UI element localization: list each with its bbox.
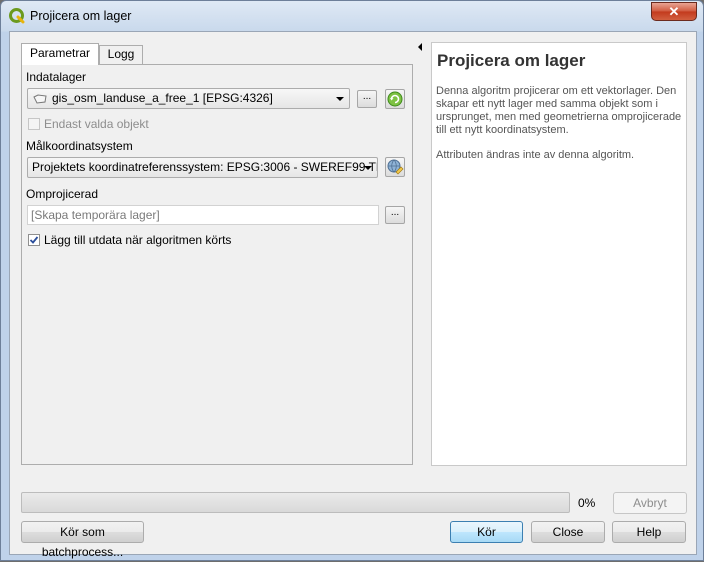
reprojected-browse-button[interactable]: ... (385, 206, 405, 224)
help-label: Help (636, 525, 662, 539)
ellipsis-label: ... (362, 91, 372, 102)
close-icon: ✕ (668, 4, 680, 19)
cancel-button[interactable]: Avbryt (613, 492, 687, 514)
polygon-layer-icon (33, 94, 47, 104)
input-layer-label: Indatalager (26, 70, 87, 84)
window-title: Projicera om lager (30, 9, 132, 23)
input-layer-browse-button[interactable]: ... (357, 90, 377, 108)
progress-bar (21, 492, 570, 513)
help-paragraph-1: Denna algoritm projicerar om ett vektorl… (436, 85, 682, 136)
batch-process-label: Kör som batchprocess... (41, 525, 124, 559)
qgis-logo-icon (9, 8, 25, 24)
dialog-body: Parametrar Logg Indatalager gis_osm_land… (9, 31, 697, 559)
iterate-green-icon (387, 91, 403, 107)
cancel-label: Avbryt (633, 496, 667, 510)
reprojected-label: Omprojicerad (26, 187, 99, 201)
help-panel: Projicera om lager Denna algoritm projic… (431, 42, 687, 466)
title-bar[interactable]: Projicera om lager ✕ (1, 1, 703, 31)
chevron-down-icon (364, 166, 372, 170)
target-crs-label: Målkoordinatsystem (26, 139, 133, 153)
input-layer-combo[interactable]: gis_osm_landuse_a_free_1 [EPSG:4326] (27, 88, 350, 109)
selected-only-checkbox[interactable] (28, 118, 40, 130)
add-output-checkbox[interactable] (28, 234, 40, 246)
globe-crs-icon (387, 159, 404, 175)
target-crs-value: Projektets koordinatreferenssystem: EPSG… (32, 160, 378, 174)
run-button[interactable]: Kör (450, 521, 523, 543)
collapse-help-icon[interactable] (418, 43, 422, 51)
help-title: Projicera om lager (437, 51, 586, 70)
progress-percent: 0% (578, 496, 596, 510)
close-label: Close (552, 525, 584, 539)
ellipsis-label: ... (390, 207, 400, 218)
checkmark-icon (29, 236, 39, 244)
tab-logg[interactable]: Logg (99, 45, 143, 64)
close-window-button[interactable]: ✕ (651, 2, 697, 21)
selected-only-label: Endast valda objekt (44, 117, 149, 131)
help-button[interactable]: Help (612, 521, 686, 543)
close-button[interactable]: Close (531, 521, 605, 543)
add-output-label: Lägg till utdata när algoritmen körts (44, 233, 232, 247)
tab-parametrar[interactable]: Parametrar (21, 43, 99, 65)
dialog-window: Projicera om lager ✕ Parametrar Logg Ind… (0, 0, 704, 561)
target-crs-combo[interactable]: Projektets koordinatreferenssystem: EPSG… (27, 157, 378, 178)
reprojected-output-field[interactable]: [Skapa temporära lager] (27, 205, 379, 225)
input-layer-value: gis_osm_landuse_a_free_1 [EPSG:4326] (52, 91, 273, 105)
tab-logg-label: Logg (107, 47, 135, 61)
reprojected-placeholder: [Skapa temporära lager] (31, 208, 160, 222)
select-crs-button[interactable] (385, 157, 405, 177)
batch-process-button[interactable]: Kör som batchprocess... (21, 521, 144, 559)
chevron-down-icon (336, 97, 344, 101)
tab-parametrar-label: Parametrar (29, 46, 91, 60)
run-label: Kör (477, 525, 496, 539)
parameters-panel: Indatalager gis_osm_landuse_a_free_1 [EP… (21, 64, 413, 465)
iterate-over-layer-button[interactable] (385, 89, 405, 109)
help-paragraph-2: Attributen ändras inte av denna algoritm… (436, 149, 635, 161)
